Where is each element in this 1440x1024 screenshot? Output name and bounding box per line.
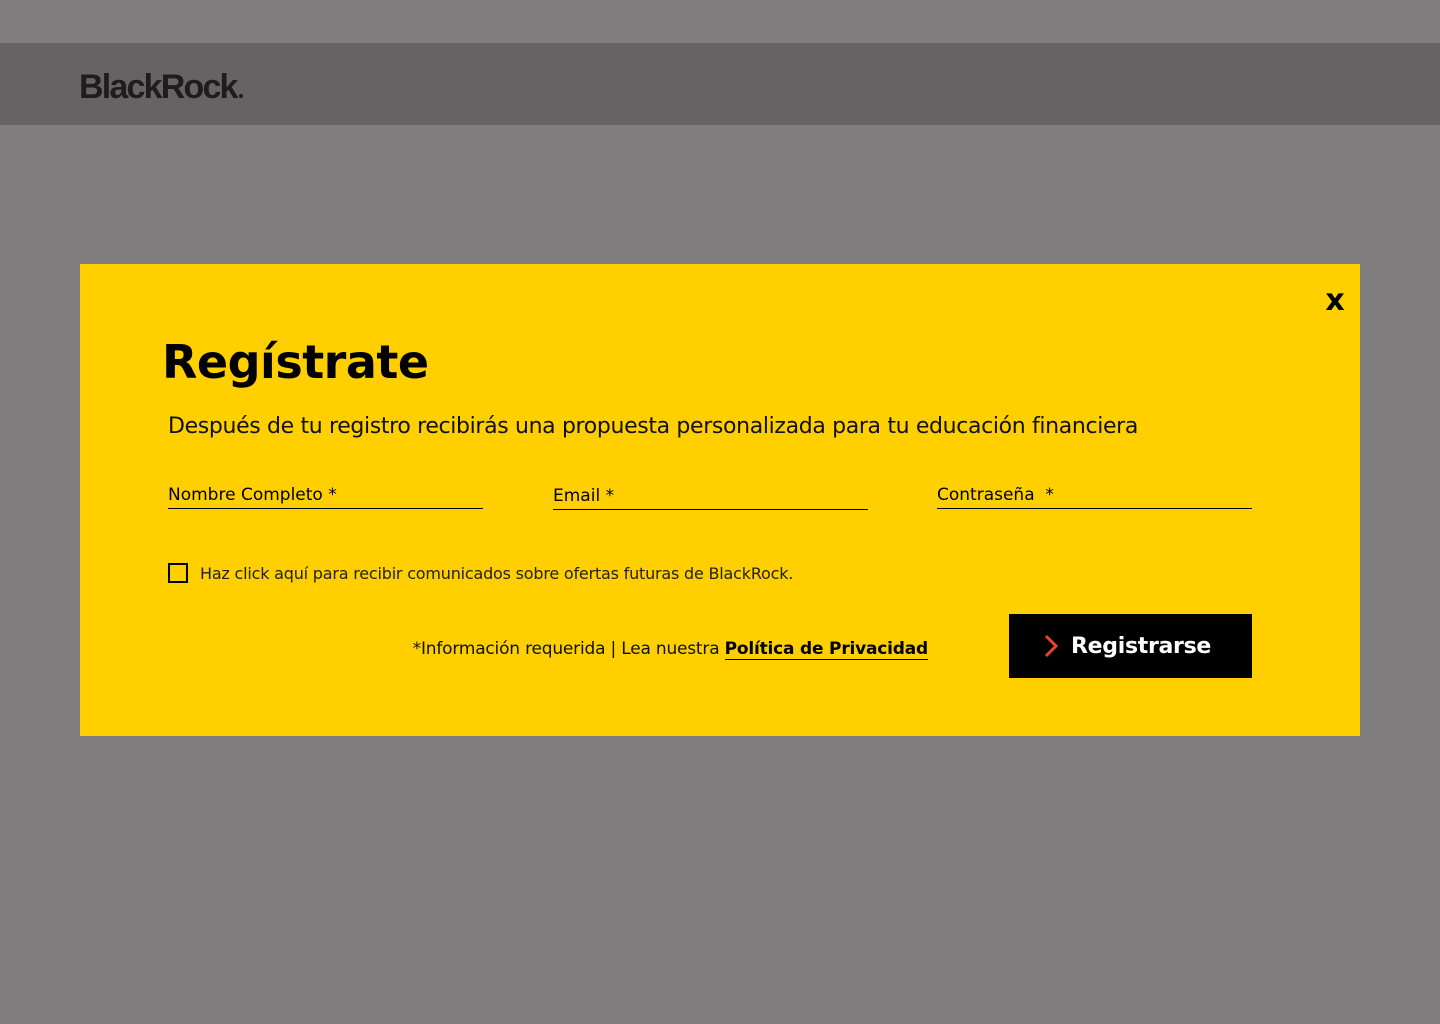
register-button-label: Registrarse bbox=[1071, 633, 1212, 659]
modal-title: Regístrate bbox=[162, 335, 429, 389]
chevron-right-icon bbox=[1044, 634, 1059, 658]
logo-text: BlackRock bbox=[79, 68, 238, 106]
password-field-wrapper bbox=[937, 482, 1252, 509]
marketing-consent-checkbox[interactable] bbox=[168, 563, 188, 583]
register-button[interactable]: Registrarse bbox=[1009, 614, 1252, 678]
site-header: BlackRock bbox=[0, 43, 1440, 125]
required-info-text: *Información requerida | Lea nuestra bbox=[412, 639, 725, 659]
modal-subtitle: Después de tu registro recibirás una pro… bbox=[168, 414, 1138, 439]
blackrock-logo[interactable]: BlackRock bbox=[79, 70, 243, 104]
marketing-consent-label: Haz click aquí para recibir comunicados … bbox=[200, 563, 794, 583]
privacy-policy-link[interactable]: Política de Privacidad bbox=[724, 639, 928, 660]
close-icon[interactable]: x bbox=[1322, 286, 1348, 316]
email-field-wrapper bbox=[553, 483, 868, 510]
marketing-consent-row: Haz click aquí para recibir comunicados … bbox=[168, 562, 793, 584]
logo-dot bbox=[238, 94, 243, 98]
full-name-field-wrapper bbox=[168, 482, 483, 509]
email-input[interactable] bbox=[553, 483, 868, 509]
required-info-note: *Información requerida | Lea nuestra Pol… bbox=[413, 636, 928, 662]
full-name-input[interactable] bbox=[168, 482, 483, 508]
registration-modal: x Regístrate Después de tu registro reci… bbox=[80, 264, 1360, 736]
password-input[interactable] bbox=[937, 482, 1252, 508]
